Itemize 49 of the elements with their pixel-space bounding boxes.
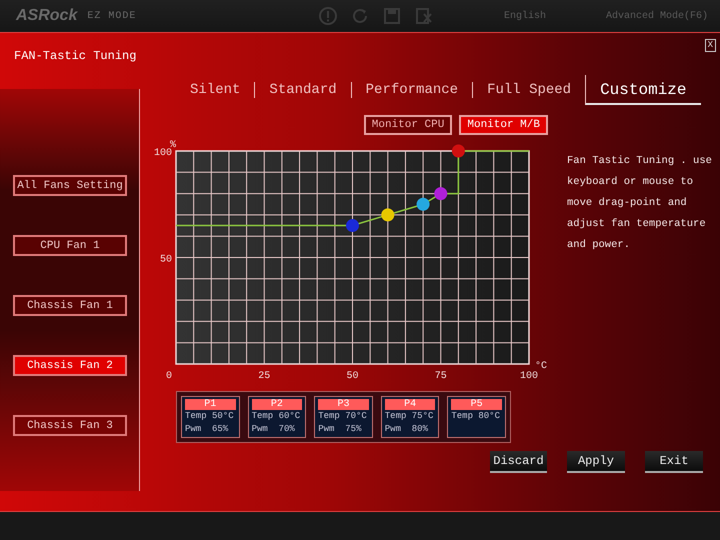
point-temp: Temp 75°C [384,410,434,423]
mode-tab[interactable]: Full Speed [472,82,586,98]
mode-tab[interactable]: Performance [350,82,472,98]
x-tick-label: 50 [346,371,358,382]
point-pwm: Pwm 70% [252,423,296,436]
y-axis-unit: % [170,140,176,151]
x-tick-label: 0 [166,371,172,382]
drag-point[interactable] [416,198,430,211]
x-tick-label: 100 [520,371,538,382]
mode-tab[interactable]: Silent [176,82,254,98]
save-icon[interactable] [382,6,402,26]
point-temp: Temp 80°C [451,410,501,423]
mode-label: EZ MODE [87,10,136,22]
y-tick-label: 100 [154,148,172,159]
point-pwm: Pwm 65% [185,423,230,436]
x-axis-unit: °C [535,361,548,372]
point-temp: Temp 70°C [318,410,368,423]
x-tick-label: 25 [258,371,270,382]
action-button[interactable]: Apply [567,451,625,473]
info-icon[interactable] [318,6,338,26]
help-text: Fan Tastic Tuning . use keyboard or mouse to move drag-point and adjust fan temperature and power. [567,154,713,253]
fan-button[interactable]: Chassis Fan 1 [13,295,127,316]
point-pwm: Pwm 75% [318,423,362,436]
dialog-title: FAN-Tastic Tuning [14,49,136,63]
action-button[interactable]: Discard [490,451,547,473]
y-tick-label: 50 [160,254,172,266]
fan-button[interactable]: CPU Fan 1 [13,235,127,256]
drag-point[interactable] [381,208,394,222]
fan-button[interactable]: All Fans Setting [13,175,127,196]
action-button[interactable]: Exit [645,451,703,473]
point-title: P5 [451,399,502,410]
close-button[interactable]: X [704,39,716,52]
point-title: P1 [185,399,236,410]
fan-button[interactable]: Chassis Fan 2 [13,355,127,376]
mode-tab[interactable]: Standard [254,82,351,98]
point-temp: Temp 60°C [252,410,302,423]
point-pwm: Pwm 80% [384,423,429,436]
point-title: P2 [252,399,302,410]
logo: ASRock [16,7,78,25]
mode-tab[interactable]: Customize [585,75,700,105]
fan-button[interactable]: Chassis Fan 3 [13,415,127,436]
x-tick-label: 75 [434,371,447,382]
point-title: P3 [318,399,369,410]
monitor-button[interactable]: Monitor CPU [364,115,452,135]
monitor-button[interactable]: Monitor M/B [459,115,548,135]
point-temp: Temp 50°C [185,410,235,423]
point-title: P4 [384,399,436,410]
drag-point[interactable] [434,187,448,200]
exit-icon[interactable] [414,6,434,26]
